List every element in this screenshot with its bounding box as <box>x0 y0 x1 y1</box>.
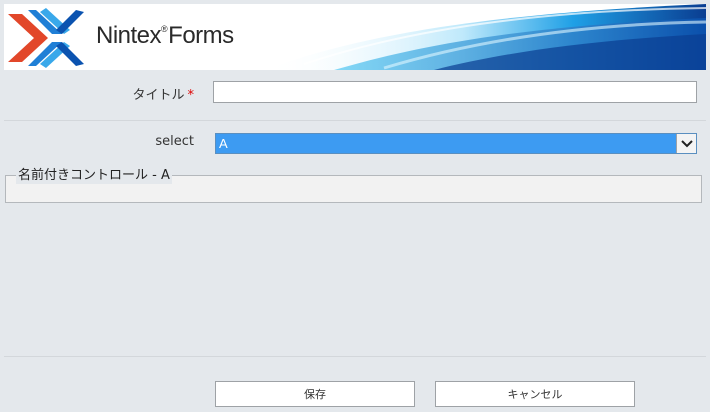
required-marker: * <box>187 88 195 103</box>
cancel-button[interactable]: キャンセル <box>435 381 635 407</box>
named-control-panel: 名前付きコントロール - A <box>5 168 702 203</box>
select-row: select A <box>4 121 706 165</box>
select-current-value: A <box>219 136 228 151</box>
title-label: タイトル * <box>4 84 194 103</box>
title-label-text: タイトル <box>132 88 185 103</box>
brand-registered-mark: ® <box>161 24 168 34</box>
footer-divider <box>4 356 706 357</box>
form-header: Nintex®Forms <box>4 4 706 70</box>
save-button[interactable]: 保存 <box>215 381 415 407</box>
nintex-form-window: Nintex®Forms タイトル * select A 名前付きコントロール -… <box>0 0 710 412</box>
title-input[interactable] <box>213 81 697 103</box>
brand-wordmark: Nintex®Forms <box>96 22 234 50</box>
brand-name: Nintex <box>96 22 162 49</box>
select-dropdown[interactable]: A <box>215 133 697 154</box>
brand-product: Forms <box>168 22 234 49</box>
title-row: タイトル * <box>4 70 706 121</box>
panel-legend: 名前付きコントロール - A <box>16 168 172 184</box>
nintex-x-logo-icon <box>8 8 84 68</box>
chevron-down-icon[interactable] <box>676 134 696 153</box>
select-label: select <box>155 134 194 149</box>
